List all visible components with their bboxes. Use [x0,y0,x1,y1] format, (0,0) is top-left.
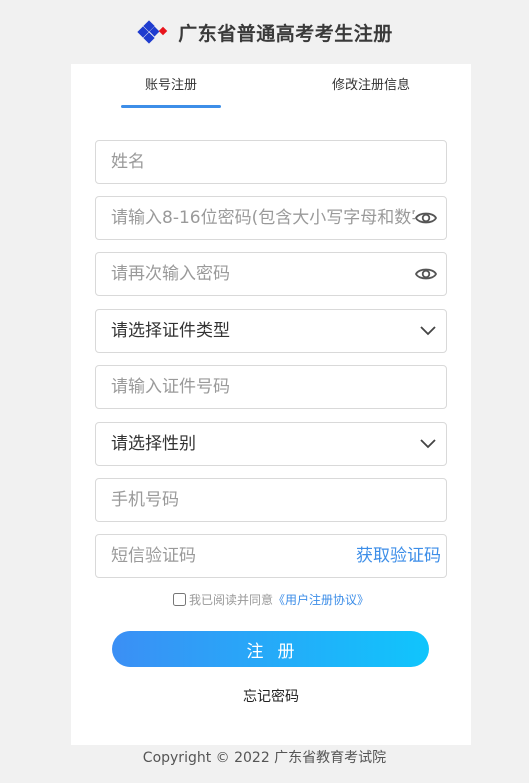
eye-icon[interactable] [414,263,438,285]
confirm-password-input[interactable] [111,253,411,295]
agreement-link[interactable]: 《用户注册协议》 [273,591,369,608]
sms-code-input[interactable] [111,535,331,577]
phone-field [95,478,447,522]
agreement-row: 我已阅读并同意 《用户注册协议》 [71,590,471,608]
tab-bar: 账号注册 修改注册信息 [71,64,471,108]
register-button[interactable]: 注册 [112,631,429,667]
password-input[interactable] [111,197,415,239]
chevron-down-icon [420,439,436,449]
tab-account-register[interactable]: 账号注册 [121,64,221,108]
name-input[interactable] [111,141,411,183]
phone-input[interactable] [111,479,411,521]
registration-card: 账号注册 修改注册信息 请选择证件类型 请选择性别 [71,64,471,745]
name-field [95,140,447,184]
gender-placeholder: 请选择性别 [111,434,196,454]
eye-icon[interactable] [414,207,438,229]
sms-code-field: 获取验证码 [95,534,447,578]
chevron-down-icon [420,326,436,336]
id-type-placeholder: 请选择证件类型 [111,321,230,341]
password-field [95,196,447,240]
get-code-button[interactable]: 获取验证码 [356,535,441,577]
site-title: 广东省普通高考考生注册 [178,22,393,45]
id-number-input[interactable] [111,366,411,408]
confirm-password-field [95,252,447,296]
id-type-select[interactable]: 请选择证件类型 [95,309,447,353]
agree-checkbox[interactable] [172,592,186,606]
agree-text: 我已阅读并同意 [188,592,273,607]
forgot-password-link[interactable]: 忘记密码 [71,686,471,706]
active-tab-indicator [121,105,221,108]
gender-select[interactable]: 请选择性别 [95,422,447,466]
id-number-field [95,365,447,409]
tab-modify-registration[interactable]: 修改注册信息 [311,64,431,108]
footer-copyright: Copyright © 2022 广东省教育考试院 [142,750,387,766]
page-header: 广东省普通高考考生注册 [0,0,529,64]
diamond-logo-icon [137,20,168,44]
